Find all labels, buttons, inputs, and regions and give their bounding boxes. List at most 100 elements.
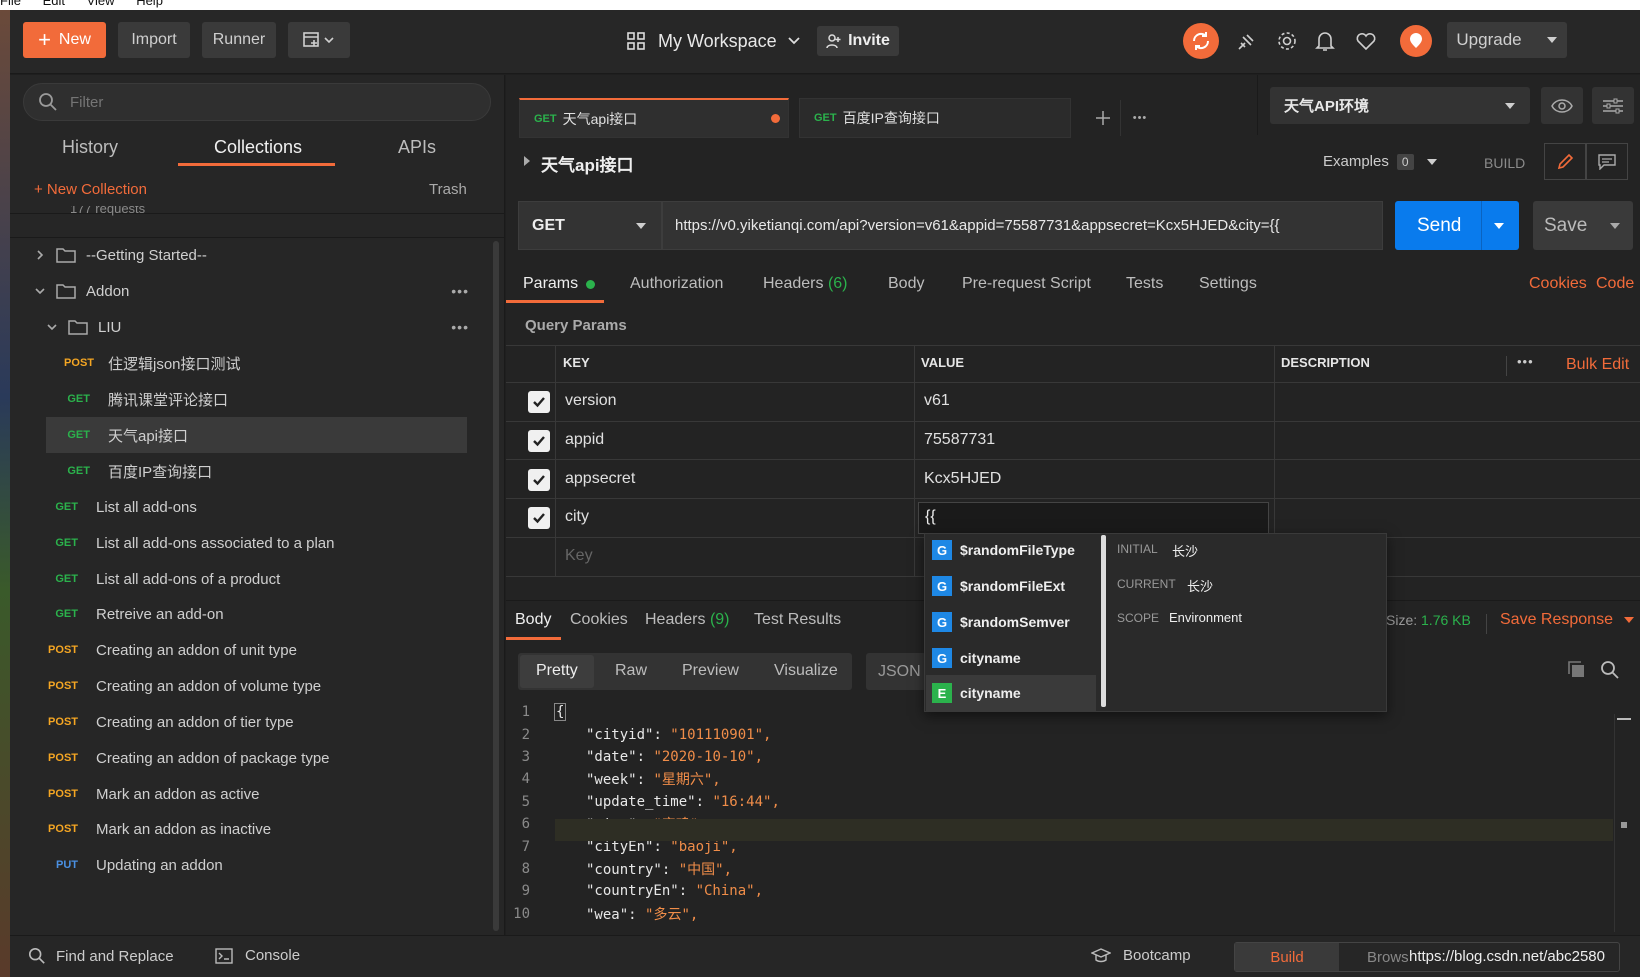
response-tab-test-results[interactable]: Test Results bbox=[754, 611, 841, 629]
format-select[interactable]: JSON bbox=[866, 653, 926, 690]
tab-body[interactable]: Body bbox=[888, 275, 924, 293]
autocomplete-item[interactable]: G $randomFileType bbox=[926, 532, 1096, 568]
request-tab[interactable]: GET 百度IP查询接口 bbox=[799, 98, 1071, 138]
autocomplete-item[interactable]: Gcityname bbox=[926, 640, 1096, 676]
manage-environments-button[interactable] bbox=[1592, 87, 1634, 124]
bell-icon[interactable] bbox=[1315, 30, 1335, 52]
code-link[interactable]: Code bbox=[1596, 275, 1634, 293]
request-tab-active[interactable]: GET 天气api接口 bbox=[519, 98, 789, 138]
tab-params[interactable]: Params bbox=[523, 275, 596, 293]
list-item[interactable]: GET Retreive an add-on bbox=[10, 596, 495, 632]
param-value[interactable]: v61 bbox=[924, 392, 950, 410]
heart-icon[interactable] bbox=[1355, 31, 1377, 51]
build-mode-toggle[interactable]: Build bbox=[1235, 943, 1339, 971]
copy-icon[interactable] bbox=[1567, 660, 1587, 680]
new-button[interactable]: + New bbox=[23, 22, 106, 58]
settings-gear-icon[interactable] bbox=[1276, 30, 1298, 52]
menu-edit[interactable]: Edit bbox=[43, 0, 65, 8]
list-item[interactable]: POST Creating an addon of unit type bbox=[10, 632, 495, 668]
new-param-key-input[interactable]: Key bbox=[565, 547, 593, 565]
tab-apis[interactable]: APIs bbox=[398, 137, 436, 158]
view-pretty[interactable]: Pretty bbox=[536, 662, 578, 680]
menu-help[interactable]: Help bbox=[136, 0, 163, 8]
view-preview[interactable]: Preview bbox=[682, 662, 739, 680]
bulk-edit-link[interactable]: Bulk Edit bbox=[1566, 356, 1629, 374]
upgrade-button[interactable]: Upgrade bbox=[1447, 22, 1567, 58]
list-item[interactable]: GET List all add-ons associated to a plan bbox=[10, 525, 495, 561]
list-item[interactable]: POST Creating an addon of tier type bbox=[10, 704, 495, 740]
new-tab-button[interactable] bbox=[1085, 100, 1121, 136]
import-button[interactable]: Import bbox=[118, 22, 190, 58]
list-item[interactable]: POST Creating an addon of volume type bbox=[10, 668, 495, 704]
tab-pre-request-script[interactable]: Pre-request Script bbox=[962, 275, 1091, 293]
folder-addon[interactable]: Addon ••• bbox=[10, 273, 495, 309]
response-tab-body[interactable]: Body bbox=[515, 611, 551, 629]
new-collection-link[interactable]: + New Collection bbox=[34, 181, 147, 198]
send-button[interactable]: Send bbox=[1395, 201, 1519, 250]
bootcamp-button[interactable]: Bootcamp bbox=[1091, 947, 1191, 964]
list-item[interactable]: GET List all add-ons of a product bbox=[10, 561, 495, 597]
build-mode-button[interactable] bbox=[1544, 143, 1586, 180]
more-options-icon[interactable]: ••• bbox=[451, 319, 469, 335]
comments-button[interactable] bbox=[1586, 143, 1628, 180]
response-tab-headers[interactable]: Headers (9) bbox=[645, 611, 730, 629]
cookies-link[interactable]: Cookies bbox=[1529, 275, 1587, 293]
sync-button[interactable] bbox=[1183, 23, 1219, 59]
menu-file[interactable]: File bbox=[0, 0, 21, 8]
param-value[interactable]: 75587731 bbox=[924, 431, 995, 449]
examples-dropdown[interactable]: Examples 0 bbox=[1323, 153, 1438, 170]
browse-mode-toggle[interactable]: Brows bbox=[1367, 949, 1409, 966]
param-key[interactable]: version bbox=[565, 392, 617, 410]
search-icon[interactable] bbox=[1600, 660, 1620, 680]
list-item[interactable]: POST Creating an addon of package type bbox=[10, 740, 495, 776]
more-options-icon[interactable]: ••• bbox=[451, 283, 469, 299]
autocomplete-item[interactable]: G $randomFileExt bbox=[926, 568, 1096, 604]
method-select[interactable]: GET bbox=[518, 201, 662, 250]
list-item[interactable]: GET 腾讯课堂评论接口 bbox=[10, 381, 495, 417]
view-visualize[interactable]: Visualize bbox=[774, 662, 838, 680]
param-value[interactable]: Kcx5HJED bbox=[924, 470, 1001, 488]
autocomplete-item[interactable]: G $randomSemver bbox=[926, 604, 1096, 640]
tab-settings[interactable]: Settings bbox=[1199, 275, 1257, 293]
runner-button[interactable]: Runner bbox=[202, 22, 276, 58]
caret-right-icon[interactable] bbox=[522, 155, 532, 167]
autocomplete-item-selected[interactable]: Ecityname bbox=[926, 675, 1096, 711]
view-raw[interactable]: Raw bbox=[615, 662, 647, 680]
console-button[interactable]: Console bbox=[215, 947, 300, 964]
new-window-button[interactable] bbox=[288, 22, 350, 58]
url-input[interactable]: https://v0.yiketianqi.com/api?version=v6… bbox=[662, 201, 1383, 250]
autocomplete-scrollbar[interactable] bbox=[1101, 535, 1106, 707]
tab-tests[interactable]: Tests bbox=[1126, 275, 1163, 293]
save-button[interactable]: Save bbox=[1533, 201, 1633, 250]
avatar[interactable] bbox=[1400, 25, 1432, 57]
list-item[interactable]: POST Mark an addon as inactive bbox=[10, 811, 495, 847]
list-item[interactable]: POST Mark an addon as active bbox=[10, 776, 495, 812]
satellite-icon[interactable] bbox=[1235, 31, 1257, 53]
tab-options-icon[interactable]: ••• bbox=[1122, 100, 1158, 136]
more-options-icon[interactable]: ••• bbox=[1517, 354, 1534, 369]
param-checkbox[interactable] bbox=[528, 507, 550, 529]
find-and-replace-button[interactable]: Find and Replace bbox=[28, 947, 174, 965]
tab-authorization[interactable]: Authorization bbox=[630, 275, 723, 293]
folder-liu[interactable]: LIU ••• bbox=[10, 309, 495, 345]
folder-getting-started[interactable]: --Getting Started-- bbox=[10, 237, 495, 273]
response-tab-cookies[interactable]: Cookies bbox=[570, 611, 628, 629]
param-value-input[interactable]: {{ bbox=[918, 502, 1269, 534]
menu-view[interactable]: View bbox=[87, 0, 115, 8]
invite-button[interactable]: Invite bbox=[817, 26, 899, 56]
trash-link[interactable]: Trash bbox=[429, 181, 467, 198]
workspace-selector[interactable]: My Workspace bbox=[626, 28, 801, 54]
list-item[interactable]: GET List all add-ons bbox=[10, 489, 495, 525]
sidebar-scrollbar[interactable] bbox=[493, 241, 499, 931]
list-item[interactable]: POST 住逻辑json接口测试 bbox=[10, 345, 495, 381]
list-item-selected[interactable]: GET 天气api接口 bbox=[46, 417, 467, 453]
list-item[interactable]: GET 百度IP查询接口 bbox=[10, 453, 495, 489]
tab-headers[interactable]: Headers (6) bbox=[763, 275, 848, 293]
save-response-dropdown[interactable]: Save Response bbox=[1500, 611, 1635, 629]
request-title[interactable]: 天气api接口 bbox=[541, 151, 634, 176]
tab-collections[interactable]: Collections bbox=[214, 137, 302, 158]
filter-input[interactable] bbox=[70, 93, 450, 111]
param-key[interactable]: appid bbox=[565, 431, 604, 449]
param-checkbox[interactable] bbox=[528, 430, 550, 452]
environment-select[interactable]: 天气API环境 bbox=[1270, 87, 1530, 124]
